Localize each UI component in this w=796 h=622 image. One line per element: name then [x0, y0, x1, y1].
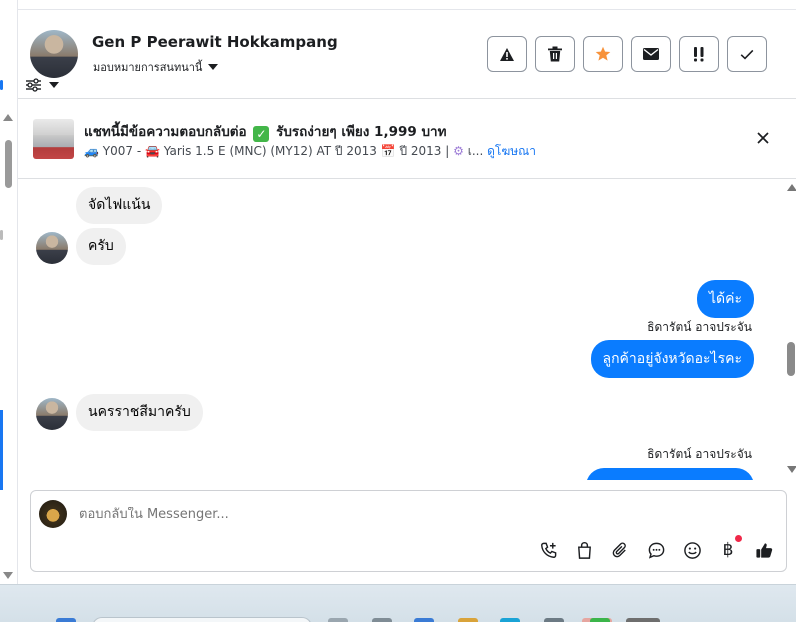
contact-avatar[interactable]: [30, 30, 78, 78]
sender-name: ธิดารัตน์ อาจประจัน: [647, 447, 752, 461]
message-bubble-outgoing: ลูกค้าอยู่จังหวัดอะไรคะ: [590, 340, 754, 378]
chevron-down-icon: [208, 64, 219, 70]
message-thread[interactable]: จัดไฟแน้น ครับ ได้ค่ะ ธิดารัตน์ อาจประจั…: [18, 180, 796, 480]
taskbar-app-icon[interactable]: [590, 618, 610, 622]
mark-unread-button[interactable]: [631, 36, 671, 72]
chat-scrollbar-thumb[interactable]: [787, 342, 795, 376]
attach-button[interactable]: [609, 539, 631, 561]
ad-meta: 🚙 Y007 - 🚘 Yaris 1.5 E (MNC) (MY12) AT ป…: [84, 142, 536, 161]
reply-composer: ฿: [30, 490, 787, 572]
filter-button[interactable]: [26, 76, 66, 94]
page-avatar: [39, 500, 67, 528]
message-bubble-outgoing: [586, 468, 754, 480]
car-icon: 🚙: [84, 144, 99, 158]
trash-icon: [548, 46, 562, 62]
mark-done-button[interactable]: [727, 36, 767, 72]
taskbar-app-icon[interactable]: [328, 618, 348, 622]
notification-dot: [735, 535, 742, 542]
assign-conversation-dropdown[interactable]: มอบหมายการสนทนานี้: [93, 58, 219, 76]
left-indicator: [0, 80, 3, 90]
taskbar-app-icon[interactable]: [414, 618, 434, 622]
contact-name[interactable]: Gen P Peerawit Hokkampang: [92, 33, 338, 51]
check-box-icon: ✓: [253, 126, 270, 142]
taskbar-app-icon[interactable]: [372, 618, 392, 622]
ad-thumbnail[interactable]: [33, 119, 74, 159]
chat-scrollbar[interactable]: [786, 180, 796, 480]
taskbar-search[interactable]: [92, 617, 312, 622]
left-scroll-down-arrow[interactable]: [3, 572, 13, 579]
star-button[interactable]: [583, 36, 623, 72]
baht-icon: ฿: [722, 540, 734, 560]
left-scroll-up-arrow[interactable]: [3, 114, 13, 121]
ad-code: Y007 -: [102, 144, 142, 158]
emoji-button[interactable]: [681, 539, 703, 561]
saved-replies-button[interactable]: [645, 539, 667, 561]
close-icon: [757, 132, 769, 144]
scroll-up-arrow[interactable]: [787, 184, 796, 191]
gear-icon: ⚙: [453, 144, 464, 158]
calendar-icon: 📅: [380, 144, 396, 158]
urgent-icon: [694, 47, 704, 62]
warning-icon: [500, 47, 514, 61]
close-banner-button[interactable]: [754, 129, 772, 147]
ad-title-text: แชทนี้มีข้อความตอบกลับต่อ: [84, 124, 247, 140]
left-scrollbar-thumb[interactable]: [5, 140, 12, 188]
follow-up-button[interactable]: [679, 36, 719, 72]
message-bubble-incoming: ครับ: [76, 228, 126, 265]
sliders-icon: [26, 78, 41, 92]
left-panel-strip: [0, 0, 18, 584]
sender-name: ธิดารัตน์ อาจประจัน: [647, 320, 752, 334]
message-bubble-outgoing: ได้ค่ะ: [696, 280, 754, 318]
chevron-down-icon: [49, 82, 59, 88]
view-ad-link[interactable]: ดูโฆษณา: [487, 144, 536, 158]
ad-title-offer: รับรถง่ายๆ เพียง 1,999 บาท: [276, 124, 447, 140]
thumbs-up-icon: [755, 542, 772, 558]
call-add-icon: [540, 542, 556, 558]
conversation-header: Gen P Peerawit Hokkampang มอบหมายการสนทน…: [18, 10, 796, 99]
like-button[interactable]: [753, 539, 775, 561]
paperclip-icon: [612, 541, 626, 557]
shop-button[interactable]: [573, 539, 595, 561]
envelope-icon: [643, 48, 659, 60]
ad-model: Yaris 1.5 E (MNC) (MY12) AT ปี 2013: [163, 144, 377, 158]
check-icon: [740, 49, 754, 60]
ad-title: แชทนี้มีข้อความตอบกลับต่อ ✓ รับรถง่ายๆ เ…: [84, 120, 447, 142]
reply-input[interactable]: [79, 507, 559, 522]
contact-avatar-small: [36, 232, 68, 264]
bag-icon: [577, 541, 591, 559]
taskbar-app-icon[interactable]: [458, 618, 478, 622]
car-small-icon: 🚘: [145, 144, 160, 158]
taskbar-app-icon[interactable]: [500, 618, 520, 622]
message-bubble-incoming: จัดไฟแน้น: [76, 187, 163, 224]
scroll-down-arrow[interactable]: [787, 466, 796, 473]
top-divider: [18, 0, 796, 10]
taskbar-app-icon[interactable]: [544, 618, 564, 622]
report-spam-button[interactable]: [487, 36, 527, 72]
payment-button[interactable]: ฿: [717, 535, 742, 561]
delete-button[interactable]: [535, 36, 575, 72]
contact-avatar-small: [36, 398, 68, 430]
star-icon: [595, 46, 611, 61]
assign-label: มอบหมายการสนทนานี้: [93, 61, 203, 74]
chat-bubble-icon: [648, 542, 664, 559]
active-conversation-marker: [0, 410, 3, 490]
emoji-icon: [683, 541, 701, 559]
message-bubble-incoming: นครราชสีมาครับ: [76, 394, 203, 431]
ad-context-banner: แชทนี้มีข้อความตอบกลับต่อ ✓ รับรถง่ายๆ เ…: [18, 99, 796, 179]
ad-year: ปี 2013 |: [399, 144, 450, 158]
start-icon[interactable]: [56, 618, 76, 622]
os-taskbar: [0, 584, 796, 622]
left-indicator-secondary: [0, 230, 3, 240]
ad-more: เ...: [467, 144, 484, 158]
taskbar-app-icon[interactable]: [626, 618, 660, 622]
call-button[interactable]: [537, 539, 559, 561]
